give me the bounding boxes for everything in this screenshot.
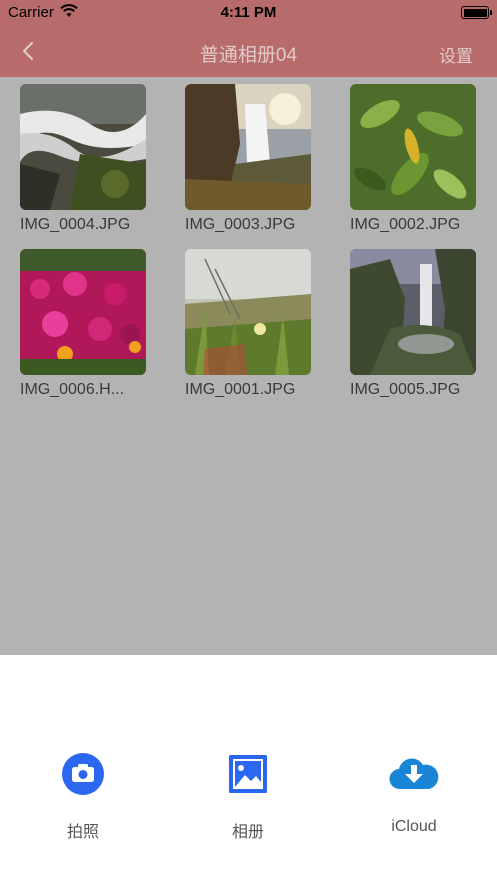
- photo-name: IMG_0001.JPG: [185, 381, 296, 398]
- photo-cell[interactable]: IMG_0001.JPG: [185, 249, 325, 399]
- photo-thumbnail[interactable]: [350, 84, 476, 210]
- photo-cell[interactable]: IMG_0006.H...: [20, 249, 160, 399]
- status-bar: Carrier 4:11 PM: [0, 0, 497, 26]
- settings-button[interactable]: 设置: [439, 42, 473, 67]
- take-photo-button[interactable]: 拍照: [13, 751, 153, 842]
- photo-cell[interactable]: IMG_0002.JPG: [350, 84, 490, 234]
- navigation-bar: 普通相册04 设置: [0, 26, 497, 77]
- photo-name: IMG_0002.JPG: [350, 216, 461, 233]
- action-sheet: 拍照 相册 iCloud: [0, 655, 497, 883]
- battery-tip: [490, 10, 492, 15]
- photo-thumbnail[interactable]: [20, 249, 146, 375]
- photo-library-label: 相册: [231, 824, 264, 841]
- icloud-label: iCloud: [391, 818, 437, 835]
- photo-cell[interactable]: IMG_0005.JPG: [350, 249, 490, 399]
- photo-name: IMG_0003.JPG: [185, 216, 296, 233]
- photo-library-button[interactable]: 相册: [178, 751, 318, 842]
- camera-icon: [62, 753, 104, 795]
- photo-name: IMG_0005.JPG: [350, 381, 461, 398]
- image-icon: [229, 755, 267, 793]
- page-title: 普通相册04: [199, 45, 298, 66]
- take-photo-label: 拍照: [66, 824, 99, 841]
- photo-thumbnail[interactable]: [20, 84, 146, 210]
- photo-name: IMG_0006.H...: [20, 381, 125, 398]
- status-time: 4:11 PM: [220, 4, 277, 21]
- photo-thumbnail[interactable]: [185, 84, 311, 210]
- icloud-button[interactable]: iCloud: [344, 751, 484, 836]
- cloud-download-icon: [389, 758, 439, 790]
- battery-icon: [461, 6, 489, 19]
- photo-name: IMG_0004.JPG: [20, 216, 131, 233]
- photo-cell[interactable]: IMG_0004.JPG: [20, 84, 160, 234]
- photo-thumbnail[interactable]: [350, 249, 476, 375]
- photo-thumbnail[interactable]: [185, 249, 311, 375]
- photo-cell[interactable]: IMG_0003.JPG: [185, 84, 325, 234]
